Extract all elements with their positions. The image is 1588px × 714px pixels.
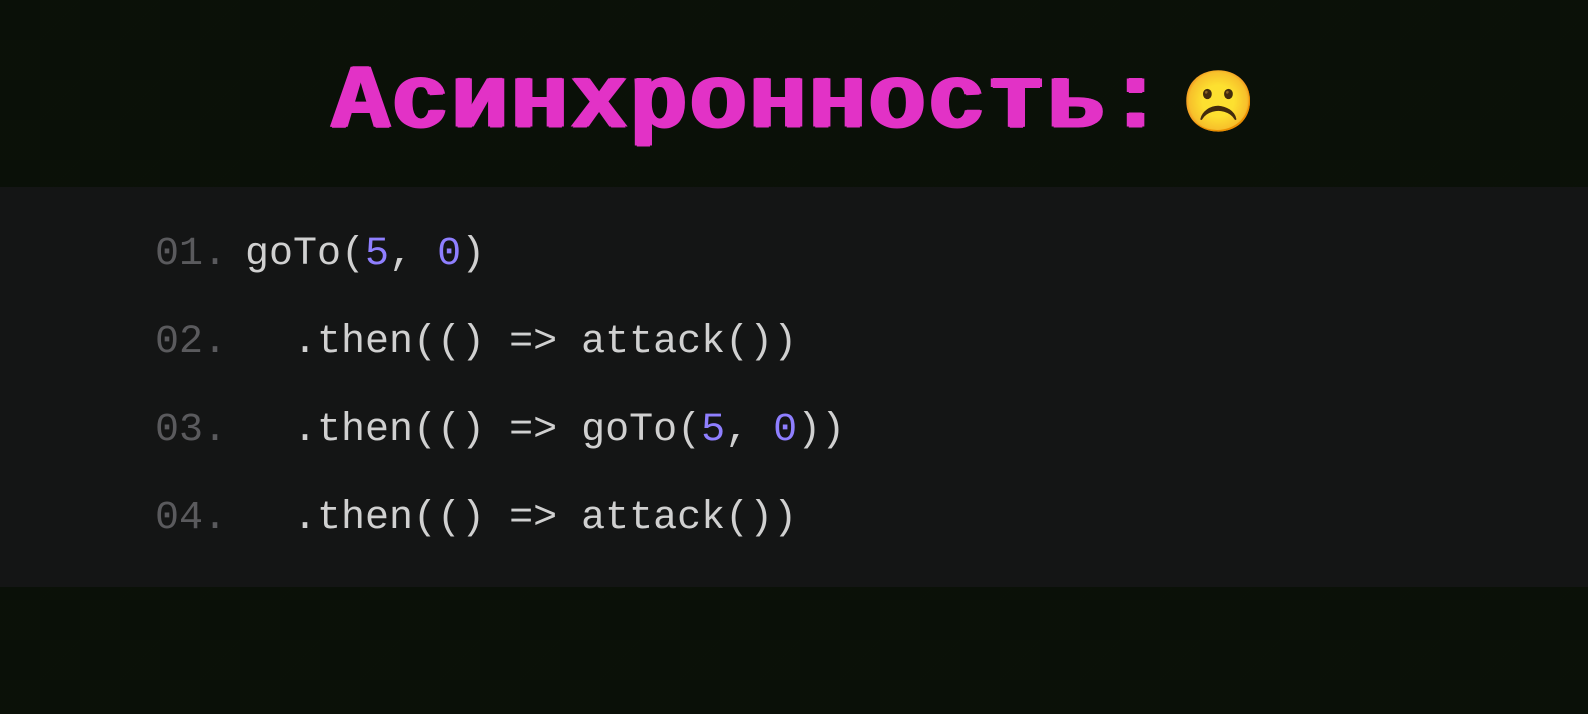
code-token: . bbox=[293, 496, 317, 541]
code-token: ) bbox=[461, 232, 485, 277]
code-token: 5 bbox=[365, 232, 389, 277]
code-token: , bbox=[725, 408, 773, 453]
slide: Асинхронность: ☹️ 01.goTo(5, 0)02. .then… bbox=[0, 0, 1588, 714]
code-line: 01.goTo(5, 0) bbox=[0, 211, 1588, 299]
code-token: => bbox=[509, 408, 557, 453]
code-token: (() bbox=[413, 496, 509, 541]
code-token bbox=[557, 320, 581, 365]
code-content: .then(() => attack()) bbox=[245, 495, 797, 543]
code-indent bbox=[245, 408, 293, 453]
code-token: )) bbox=[797, 408, 845, 453]
code-token: . bbox=[293, 408, 317, 453]
code-line: 03. .then(() => goTo(5, 0)) bbox=[0, 387, 1588, 475]
code-token: 0 bbox=[437, 232, 461, 277]
code-token: ()) bbox=[725, 320, 797, 365]
code-token: attack bbox=[581, 496, 725, 541]
code-content: .then(() => goTo(5, 0)) bbox=[245, 407, 845, 455]
code-content: .then(() => attack()) bbox=[245, 319, 797, 367]
code-token: goTo bbox=[245, 232, 341, 277]
code-token: . bbox=[293, 320, 317, 365]
slide-title: Асинхронность: ☹️ bbox=[0, 0, 1588, 187]
code-indent bbox=[245, 496, 293, 541]
code-token: => bbox=[509, 496, 557, 541]
code-token: then bbox=[317, 496, 413, 541]
slide-title-text: Асинхронность: bbox=[332, 51, 1167, 155]
code-content: goTo(5, 0) bbox=[245, 231, 485, 279]
code-token: (() bbox=[413, 408, 509, 453]
code-token: ()) bbox=[725, 496, 797, 541]
line-number: 04. bbox=[155, 495, 245, 543]
code-token: then bbox=[317, 320, 413, 365]
code-token: ( bbox=[677, 408, 701, 453]
code-token: 5 bbox=[701, 408, 725, 453]
line-number: 03. bbox=[155, 407, 245, 455]
code-block: 01.goTo(5, 0)02. .then(() => attack())03… bbox=[0, 187, 1588, 587]
code-token: then bbox=[317, 408, 413, 453]
code-token bbox=[557, 408, 581, 453]
code-token: (() bbox=[413, 320, 509, 365]
code-token: , bbox=[389, 232, 437, 277]
code-token: goTo bbox=[581, 408, 677, 453]
code-line: 02. .then(() => attack()) bbox=[0, 299, 1588, 387]
code-token: ( bbox=[341, 232, 365, 277]
code-token bbox=[557, 496, 581, 541]
code-token: => bbox=[509, 320, 557, 365]
code-indent bbox=[245, 320, 293, 365]
code-token: attack bbox=[581, 320, 725, 365]
line-number: 02. bbox=[155, 319, 245, 367]
code-line: 04. .then(() => attack()) bbox=[0, 475, 1588, 563]
sad-face-icon: ☹️ bbox=[1181, 77, 1256, 137]
line-number: 01. bbox=[155, 231, 245, 279]
code-token: 0 bbox=[773, 408, 797, 453]
